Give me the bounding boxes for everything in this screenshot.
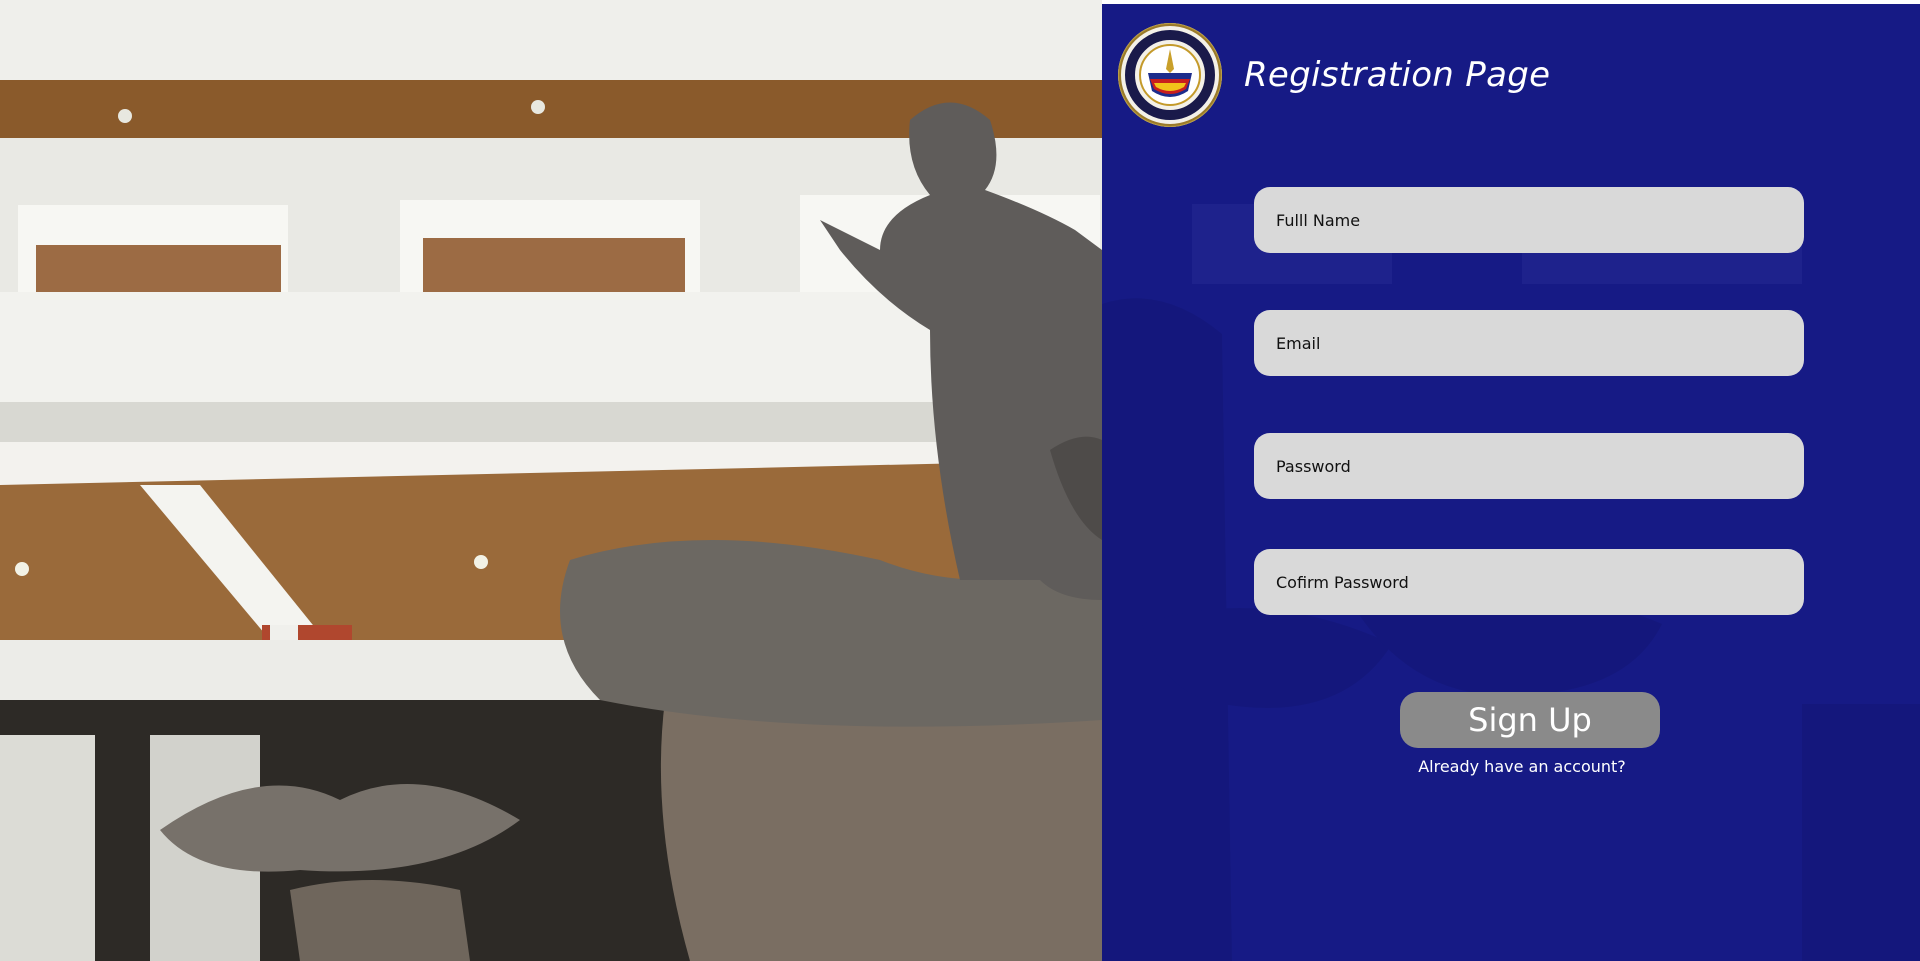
- full-name-field[interactable]: [1254, 187, 1804, 253]
- page-title: Registration Page: [1244, 55, 1551, 95]
- confirm-password-field[interactable]: [1254, 549, 1804, 615]
- sign-up-button[interactable]: Sign Up: [1400, 692, 1660, 748]
- password-field[interactable]: [1254, 433, 1804, 499]
- email-field[interactable]: [1254, 310, 1804, 376]
- page-header: Registration Page: [1118, 23, 1550, 127]
- registration-panel: Registration Page Sign Up Already have a…: [1102, 4, 1920, 961]
- login-link[interactable]: Already have an account?: [1282, 757, 1762, 776]
- university-seal-icon: [1118, 23, 1222, 127]
- campus-photo: [0, 0, 1102, 961]
